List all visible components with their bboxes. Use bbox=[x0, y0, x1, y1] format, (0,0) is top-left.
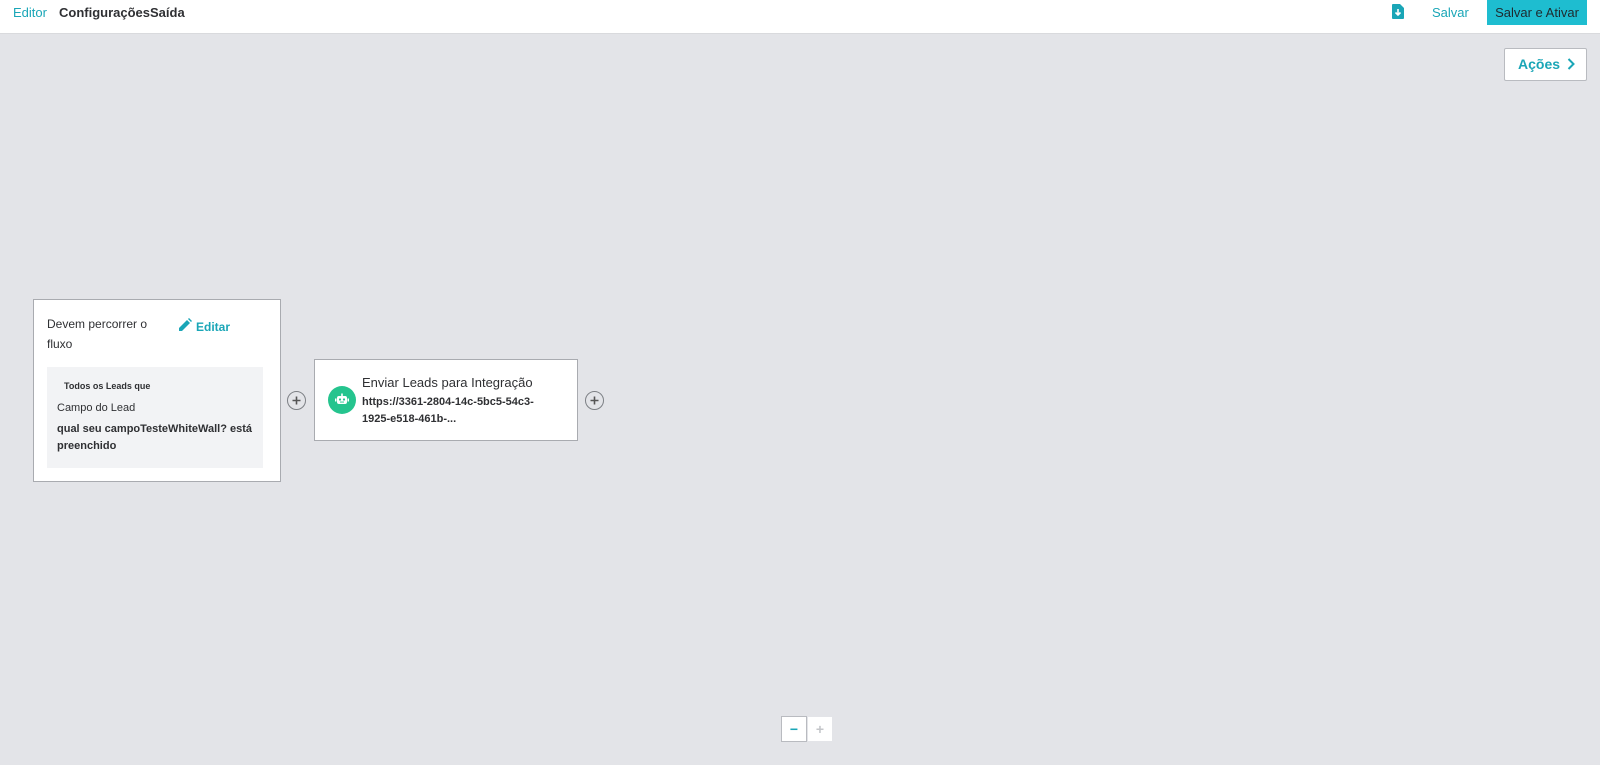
filter-condition: qual seu campoTesteWhiteWall? está preen… bbox=[57, 423, 252, 452]
zoom-in-label: + bbox=[815, 721, 825, 737]
action-url: https://3361-2804-14c-5bc5-54c3-1925-e51… bbox=[362, 396, 534, 425]
robot-icon bbox=[328, 386, 356, 414]
top-bar: Editor Configurações Saída Salvar Salvar… bbox=[0, 0, 1600, 34]
zoom-out-button[interactable]: − bbox=[781, 716, 807, 742]
download-file-icon[interactable] bbox=[1392, 4, 1408, 22]
edit-label: Editar bbox=[196, 320, 231, 334]
add-step-button[interactable] bbox=[287, 391, 306, 410]
plus-icon bbox=[590, 396, 599, 405]
lead-filter-box: Todos os Leads que Campo do Lead qual se… bbox=[47, 367, 263, 468]
start-node-title: Devem percorrer o fluxo bbox=[47, 317, 148, 351]
add-step-button[interactable] bbox=[585, 391, 604, 410]
zoom-out-label: − bbox=[789, 721, 799, 737]
actions-panel-button[interactable]: Ações bbox=[1504, 48, 1587, 81]
zoom-in-button[interactable]: + bbox=[807, 716, 833, 742]
plus-icon bbox=[292, 396, 301, 405]
pencil-icon bbox=[179, 318, 192, 331]
filter-heading: Todos os Leads que bbox=[64, 381, 151, 391]
tab-configuracoes[interactable]: Configurações bbox=[59, 4, 150, 22]
save-and-activate-button[interactable]: Salvar e Ativar bbox=[1487, 0, 1587, 25]
tab-editor[interactable]: Editor bbox=[13, 4, 47, 22]
filter-field-label: Campo do Lead bbox=[57, 402, 136, 414]
chevron-right-icon bbox=[1567, 58, 1575, 70]
save-button[interactable]: Salvar bbox=[1432, 4, 1469, 22]
flow-start-node: Devem percorrer o fluxo Editar Todos os … bbox=[33, 299, 281, 482]
action-title: Enviar Leads para Integração bbox=[362, 375, 533, 390]
action-node-send-leads[interactable]: Enviar Leads para Integração https://336… bbox=[314, 359, 578, 441]
tab-saida[interactable]: Saída bbox=[150, 4, 185, 22]
actions-button-label: Ações bbox=[1518, 56, 1561, 72]
